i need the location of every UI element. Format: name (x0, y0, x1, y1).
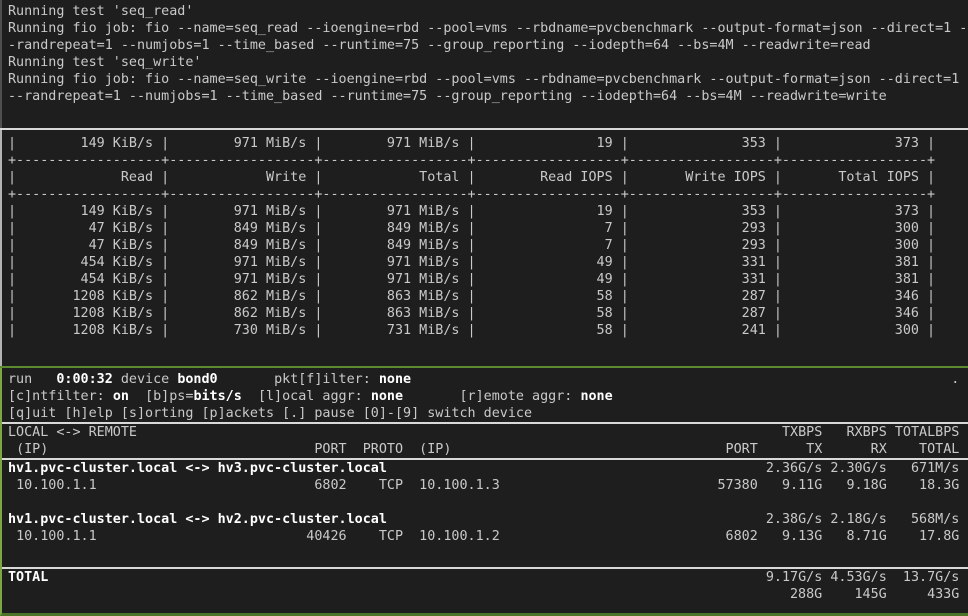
netmon-blank-line (8, 494, 968, 511)
fio-table-row: | 454 KiB/s | 971 MiB/s | 971 MiB/s | 49… (8, 271, 968, 288)
fio-table-row: | 47 KiB/s | 849 MiB/s | 849 MiB/s | 7 |… (8, 237, 968, 254)
netmon-header-line: (IP) PORT PROTO (IP) PORT TX RX TOTAL (2, 441, 968, 460)
fio-table-row: | 149 KiB/s | 971 MiB/s | 971 MiB/s | 19… (8, 203, 968, 220)
fio-log-line: -randrepeat=1 --numjobs=1 --time_based -… (8, 37, 968, 54)
netmon-connection-detail-line: 10.100.1.1 40426 TCP 10.100.1.2 6802 9.1… (8, 528, 968, 545)
fio-table-row: | 47 KiB/s | 849 MiB/s | 849 MiB/s | 7 |… (8, 220, 968, 237)
netmon-keys-line: [q]uit [h]elp [s]orting [p]ackets [.] pa… (8, 405, 968, 422)
netmon-connection-hosts-line: hv1.pvc-cluster.local <-> hv3.pvc-cluste… (8, 460, 968, 477)
netmon-total-line: TOTAL 9.17G/s 4.53G/s 13.7G/s (2, 567, 968, 586)
fio-results-pane: | 149 KiB/s | 971 MiB/s | 971 MiB/s | 19… (0, 130, 968, 366)
fio-log-line: Running test 'seq_read' (8, 3, 968, 20)
netmon-connection-detail-line: 10.100.1.1 6802 TCP 10.100.1.3 57380 9.1… (8, 477, 968, 494)
fio-table-row: | 454 KiB/s | 971 MiB/s | 971 MiB/s | 49… (8, 254, 968, 271)
fio-log-pane: Running test 'seq_read' Running fio job:… (0, 0, 968, 128)
fio-table-header-row: | Read | Write | Total | Read IOPS | Wri… (8, 169, 968, 186)
netmon-header-line: LOCAL <-> REMOTE TXBPS RXBPS TOTALBPS (2, 422, 968, 441)
fio-log-line: Running fio job: fio --name=seq_read --i… (8, 20, 968, 37)
netmon-status-line: run 0:00:32 device bond0 pkt[f]ilter: no… (8, 371, 968, 388)
netmon-connection-hosts-line: hv1.pvc-cluster.local <-> hv2.pvc-cluste… (8, 511, 968, 528)
fio-log-line: Running test 'seq_write' (8, 54, 968, 71)
fio-table-preview-row: | 149 KiB/s | 971 MiB/s | 971 MiB/s | 19… (8, 135, 968, 152)
fio-table-row: | 1208 KiB/s | 730 MiB/s | 731 MiB/s | 5… (8, 322, 968, 339)
fio-log-line: Running fio job: fio --name=seq_write --… (8, 71, 968, 88)
fio-table-row: | 1208 KiB/s | 862 MiB/s | 863 MiB/s | 5… (8, 305, 968, 322)
fio-table-separator: +------------------+------------------+-… (8, 152, 968, 169)
netmon-content: run 0:00:32 device bond0 pkt[f]ilter: no… (8, 371, 968, 603)
netmon-status-line: [c]ntfilter: on [b]ps=bits/s [l]ocal agg… (8, 388, 968, 405)
netmon-total-bytes-line: 288G 145G 433G (8, 586, 968, 603)
netmon-pane: run 0:00:32 device bond0 pkt[f]ilter: no… (0, 368, 968, 616)
fio-table-separator: +------------------+------------------+-… (8, 186, 968, 203)
fio-log-line: --randrepeat=1 --numjobs=1 --time_based … (8, 88, 968, 105)
fio-results-table: | 149 KiB/s | 971 MiB/s | 971 MiB/s | 19… (8, 135, 968, 339)
fio-table-row: | 1208 KiB/s | 862 MiB/s | 863 MiB/s | 5… (8, 288, 968, 305)
netmon-blank-line (8, 545, 968, 562)
terminal-screen[interactable]: Running test 'seq_read' Running fio job:… (0, 0, 968, 616)
